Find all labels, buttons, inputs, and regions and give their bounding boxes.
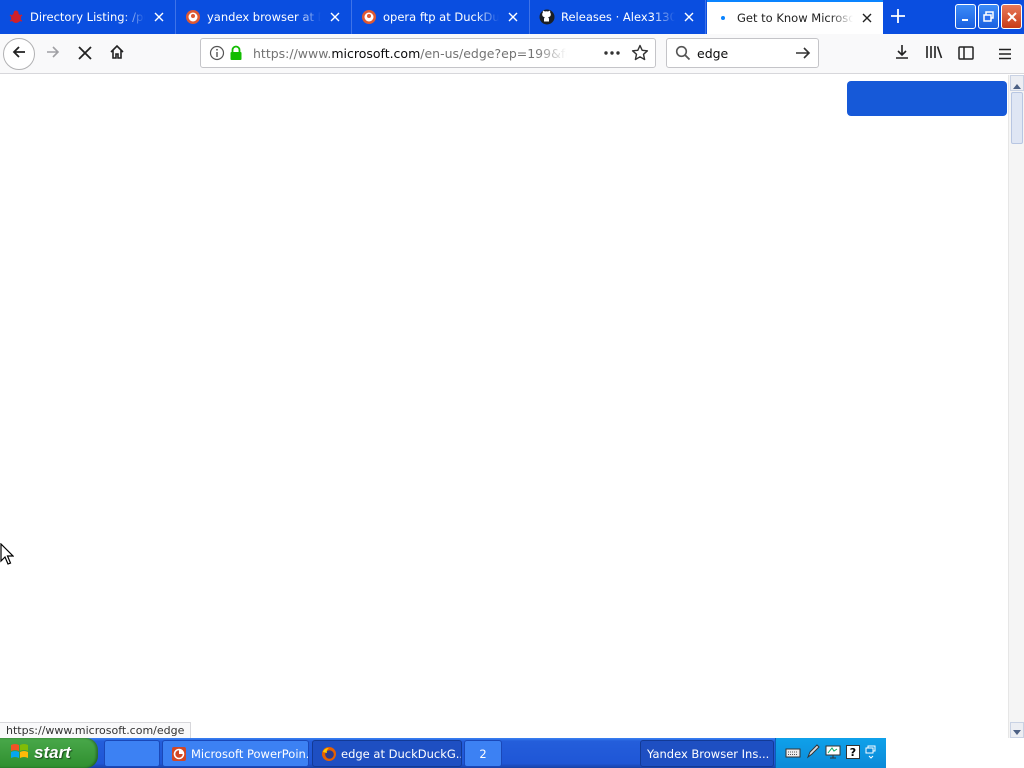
search-icon xyxy=(675,45,691,65)
restore-icon[interactable] xyxy=(865,744,877,763)
taskbar-blank-area xyxy=(886,738,1024,768)
scroll-up-icon xyxy=(1013,74,1021,93)
sidebar-icon xyxy=(958,45,974,64)
close-window-icon xyxy=(1006,7,1017,26)
url-prefix: https://www. xyxy=(253,46,332,61)
new-tab-button[interactable] xyxy=(884,5,912,29)
library-button[interactable] xyxy=(918,38,950,70)
ftp-bug-icon xyxy=(8,9,24,25)
taskbar-quick-launch xyxy=(104,740,160,767)
page-actions-icon[interactable] xyxy=(603,45,621,65)
tab-releases[interactable]: Releases · Alex313031/ xyxy=(531,0,706,34)
downloads-button[interactable] xyxy=(886,38,918,70)
tab-yandex-browser[interactable]: yandex browser at DuckDuckGo xyxy=(177,0,352,34)
task-label: 2 xyxy=(479,746,487,761)
duckduckgo-icon xyxy=(185,9,201,25)
taskbar-item-powerpoint[interactable]: Microsoft PowerPoin... xyxy=(162,740,309,767)
taskbar-item-group[interactable]: 2 xyxy=(464,740,502,767)
firefox-icon xyxy=(321,746,337,762)
tab-title: Directory Listing: /pub/firefox xyxy=(30,10,145,24)
tab-directory-listing[interactable]: Directory Listing: /pub/firefox xyxy=(0,0,176,34)
search-go-arrow-icon[interactable] xyxy=(795,45,811,65)
status-bar: https://www.microsoft.com/edge xyxy=(0,722,192,738)
home-icon xyxy=(109,44,125,64)
pen-icon[interactable] xyxy=(806,743,820,763)
task-label: Yandex Browser Ins... xyxy=(647,746,770,761)
back-arrow-icon xyxy=(11,44,27,64)
url-host: microsoft.com xyxy=(331,46,421,61)
screen: { "tabs": [ {"title": "Directory Listing… xyxy=(0,0,1024,768)
menu-button[interactable] xyxy=(989,38,1021,70)
sidebar-button[interactable] xyxy=(950,38,982,70)
back-button[interactable] xyxy=(3,38,35,70)
scroll-down-button[interactable] xyxy=(1010,722,1024,738)
page-content xyxy=(0,75,1008,738)
svg-text:?: ? xyxy=(850,746,856,759)
help-icon[interactable]: ? xyxy=(846,744,861,763)
scroll-up-button[interactable] xyxy=(1010,75,1024,91)
navigation-toolbar: https://www.microsoft.com/en-us/edge?ep=… xyxy=(0,34,1024,74)
forward-arrow-icon xyxy=(45,44,61,64)
search-input[interactable]: edge xyxy=(697,46,728,61)
plus-icon xyxy=(891,8,905,27)
keyboard-icon[interactable] xyxy=(785,744,801,763)
close-icon[interactable] xyxy=(151,9,167,25)
stop-button[interactable] xyxy=(69,38,101,70)
task-label: Microsoft PowerPoin... xyxy=(191,746,309,761)
task-label: edge at DuckDuckG... xyxy=(341,746,462,761)
system-tray: ? xyxy=(775,738,886,768)
hamburger-menu-icon xyxy=(998,45,1012,64)
library-icon xyxy=(925,44,943,64)
download-icon xyxy=(894,44,910,64)
minimize-icon xyxy=(961,7,971,26)
start-button[interactable]: start xyxy=(0,738,98,768)
taskbar-item-firefox[interactable]: edge at DuckDuckG... xyxy=(312,740,462,767)
home-button[interactable] xyxy=(101,38,133,70)
windows-logo-icon xyxy=(10,742,30,764)
display-icon[interactable] xyxy=(825,744,841,763)
page-action-button[interactable] xyxy=(847,81,1007,116)
tab-title: Releases · Alex313031/ xyxy=(561,10,675,24)
taskbar-item-yandex-installer[interactable]: Yandex Browser Ins... xyxy=(640,740,774,767)
powerpoint-icon xyxy=(171,746,187,762)
close-window-button[interactable] xyxy=(1001,4,1022,29)
tab-title: opera ftp at DuckDuckGo xyxy=(383,10,499,24)
close-icon[interactable] xyxy=(505,9,521,25)
tab-get-to-know-edge[interactable]: Get to Know Microsoft Edge xyxy=(707,0,883,34)
close-icon[interactable] xyxy=(327,9,343,25)
lock-icon xyxy=(229,45,243,65)
close-icon[interactable] xyxy=(681,9,697,25)
bookmark-star-icon[interactable] xyxy=(631,44,649,66)
forward-button[interactable] xyxy=(37,38,69,70)
stop-icon xyxy=(78,45,92,64)
tab-strip: Directory Listing: /pub/firefox yandex b… xyxy=(0,0,1024,34)
url-text[interactable]: https://www.microsoft.com/en-us/edge?ep=… xyxy=(253,46,567,61)
search-bar[interactable]: edge xyxy=(666,38,819,68)
start-label: start xyxy=(34,743,71,762)
info-icon[interactable] xyxy=(209,45,225,65)
restore-window-icon xyxy=(983,7,994,26)
vertical-scrollbar[interactable] xyxy=(1008,75,1024,738)
minimize-button[interactable] xyxy=(955,4,976,29)
tab-title: Get to Know Microsoft Edge xyxy=(737,11,853,25)
restore-button[interactable] xyxy=(978,4,999,29)
github-icon xyxy=(539,9,555,25)
taskbar: start Microsoft PowerPoin... edge at Duc… xyxy=(0,738,1024,768)
mouse-cursor-icon xyxy=(0,542,15,569)
loading-dot-icon xyxy=(715,10,731,26)
scrollbar-thumb[interactable] xyxy=(1011,92,1023,144)
duckduckgo-icon xyxy=(361,9,377,25)
close-icon[interactable] xyxy=(859,10,875,26)
scroll-down-icon xyxy=(1013,721,1021,740)
tab-opera-ftp[interactable]: opera ftp at DuckDuckGo xyxy=(353,0,530,34)
url-bar[interactable]: https://www.microsoft.com/en-us/edge?ep=… xyxy=(200,38,656,68)
tab-title: yandex browser at DuckDuckGo xyxy=(207,10,321,24)
url-rest: /en-us/edge?ep=199&form=MA13FJ xyxy=(420,46,567,61)
